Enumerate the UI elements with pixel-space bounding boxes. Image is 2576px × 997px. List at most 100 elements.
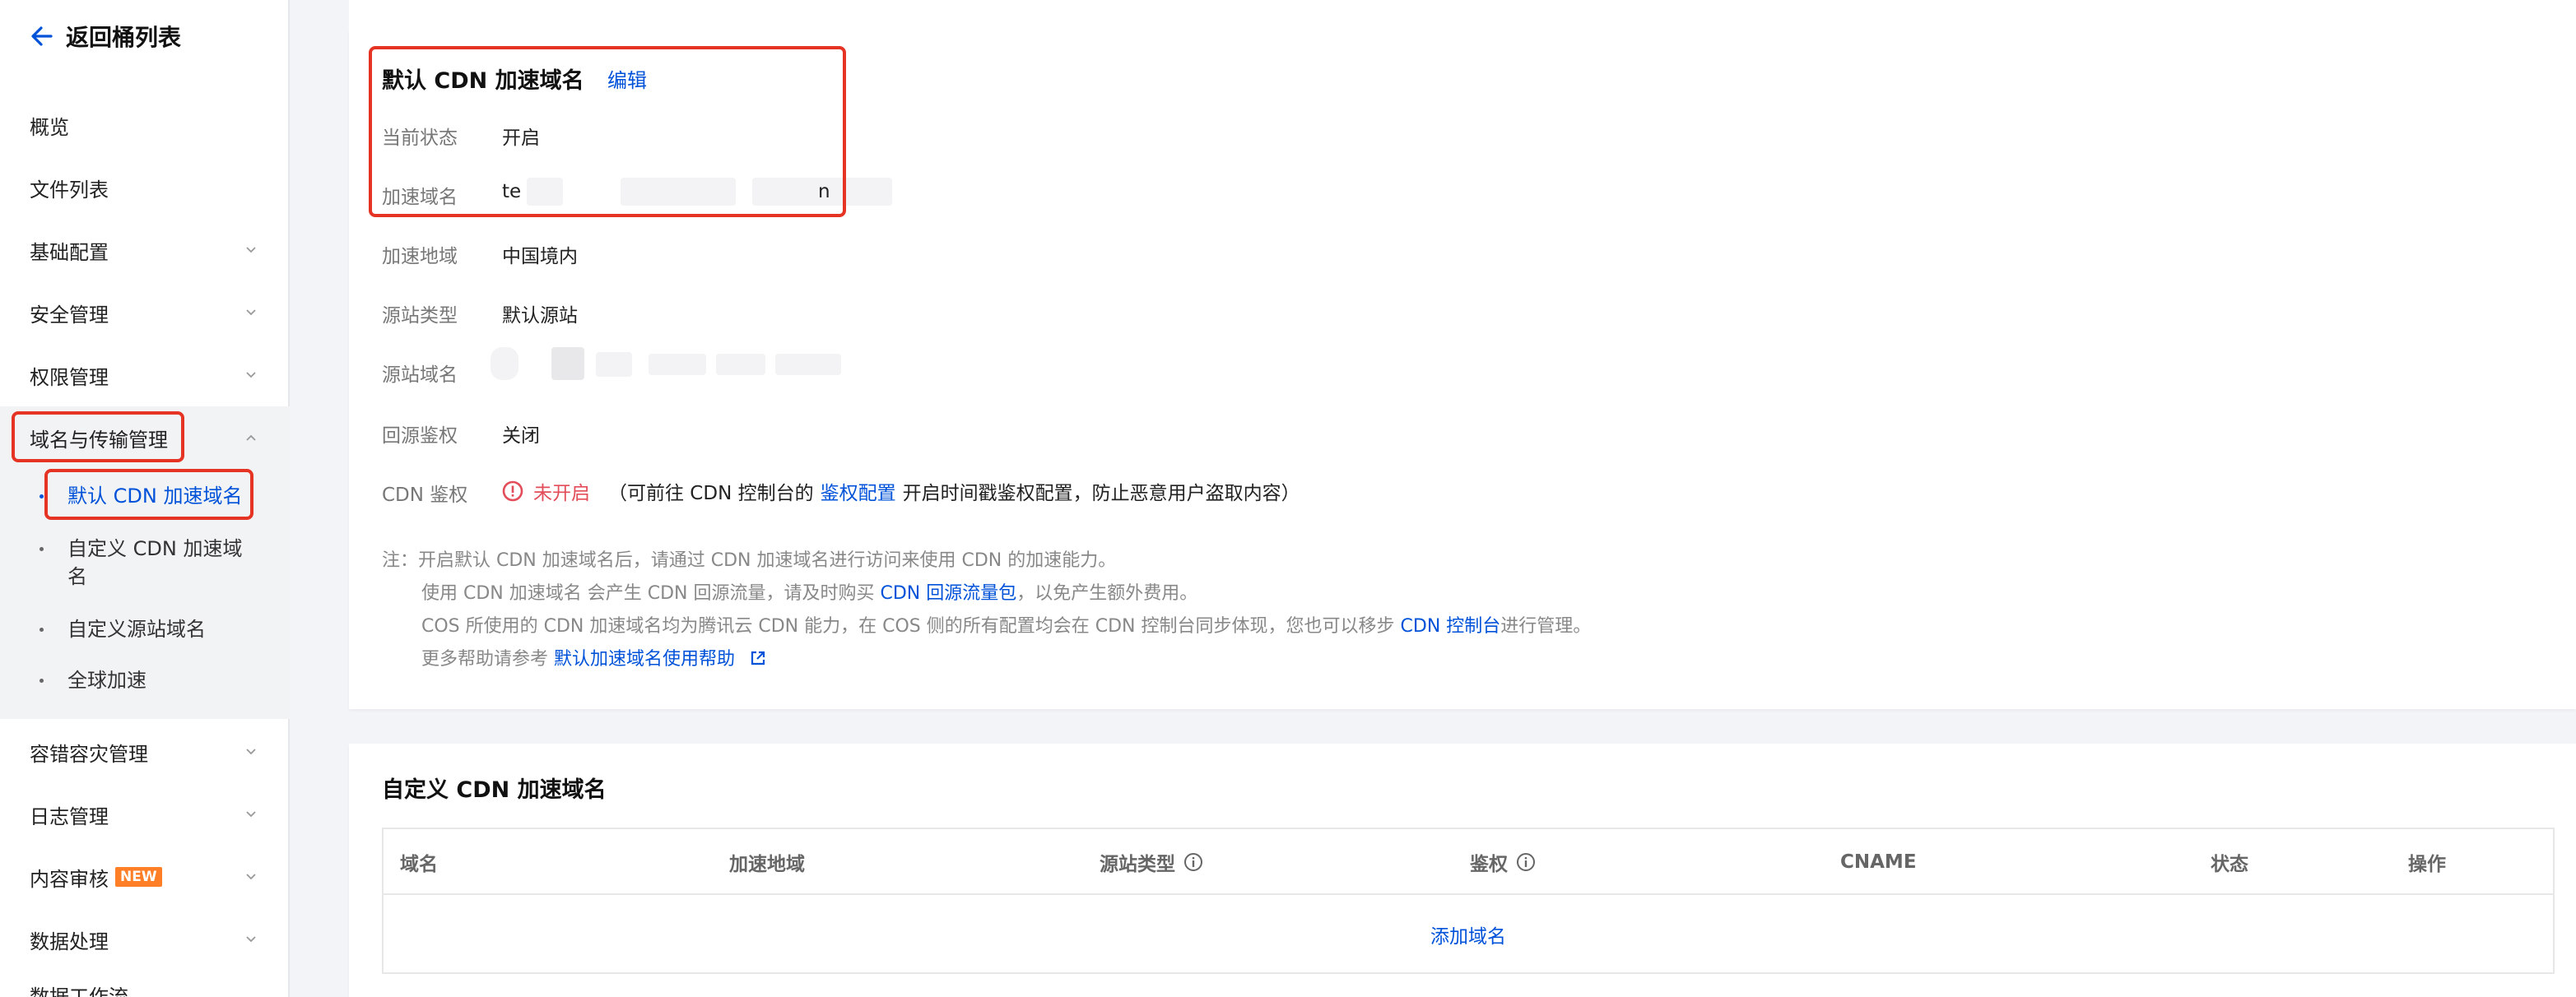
warning-circle-icon <box>502 480 523 502</box>
custom-cdn-table: 域名 加速地域 源站类型 鉴权 CNAME 状态 操作 添加域名 <box>382 828 2555 974</box>
bullet-dot <box>40 628 44 632</box>
column-domain: 域名 <box>400 854 438 875</box>
sidebar-item-data-workflow[interactable]: 数据工作流 <box>0 977 290 997</box>
column-cname: CNAME <box>1840 851 1917 873</box>
bullet-dot <box>40 547 44 551</box>
chevron-down-icon <box>246 372 256 378</box>
notes-block: 注：开启默认 CDN 加速域名后，请通过 CDN 加速域名进行访问来使用 CDN… <box>382 545 1591 676</box>
custom-cdn-title: 自定义 CDN 加速域名 <box>382 777 607 803</box>
sidebar-subitem-label-cont: 名 <box>67 565 87 588</box>
redacted-block <box>649 354 706 375</box>
info-icon[interactable] <box>1516 852 1536 872</box>
column-status: 状态 <box>2211 854 2248 875</box>
redacted-block <box>716 354 765 375</box>
sidebar-item-fault-tolerance[interactable]: 容错容灾管理 <box>0 727 290 777</box>
sidebar-item-basic-config[interactable]: 基础配置 <box>0 225 290 275</box>
sidebar-subitem-label: 自定义 CDN 加速域 <box>67 537 243 560</box>
sidebar-item-label: 域名与传输管理 <box>30 428 168 452</box>
column-auth: 鉴权 <box>1470 829 1536 895</box>
note-text: ，以免产生额外费用。 <box>1016 583 1198 604</box>
chevron-down-icon <box>246 749 256 755</box>
row-label-status: 当前状态 <box>382 128 458 149</box>
column-label: 源站类型 <box>1100 854 1175 875</box>
sidebar-item-label: 安全管理 <box>30 303 109 327</box>
cdn-console-link[interactable]: CDN 控制台 <box>1401 616 1501 637</box>
column-origin-type: 源站类型 <box>1100 829 1203 895</box>
sidebar-item-overview[interactable]: 概览 <box>0 100 290 150</box>
sidebar-item-security[interactable]: 安全管理 <box>0 288 290 337</box>
chevron-down-icon <box>246 811 256 818</box>
sidebar-item-label: 权限管理 <box>30 365 109 389</box>
sidebar-subitem-custom-origin[interactable]: 自定义源站域名 <box>0 615 290 643</box>
row-label-domain: 加速域名 <box>382 187 458 208</box>
custom-cdn-card: 自定义 CDN 加速域名 域名 加速地域 源站类型 鉴权 CNAME 状态 操作… <box>349 744 2576 997</box>
cdn-origin-traffic-package-link[interactable]: CDN 回源流量包 <box>881 583 1017 604</box>
redacted-block <box>621 178 736 206</box>
row-value-region: 中国境内 <box>502 246 578 267</box>
chevron-down-icon <box>246 936 256 943</box>
sidebar-subitem-default-cdn[interactable]: 默认 CDN 加速域名 <box>0 482 290 510</box>
sidebar-item-content-review[interactable]: 内容审核 NEW <box>0 852 290 902</box>
chevron-down-icon <box>246 309 256 316</box>
note-line-1: 注：开启默认 CDN 加速域名后，请通过 CDN 加速域名进行访问来使用 CDN… <box>382 550 1117 571</box>
new-badge: NEW <box>115 867 162 887</box>
note-line-4: 更多帮助请参考 默认加速域名使用帮助 <box>382 643 1591 676</box>
row-value-origin-auth: 关闭 <box>502 425 540 447</box>
cdn-auth-line: 未开启 （可前往 CDN 控制台的 鉴权配置 开启时间戳鉴权配置，防止恶意用户盗… <box>502 477 1300 505</box>
sidebar-item-label: 数据处理 <box>30 930 109 953</box>
column-actions: 操作 <box>2408 854 2446 875</box>
row-label-origin-auth: 回源鉴权 <box>382 425 458 447</box>
sidebar-item-logs[interactable]: 日志管理 <box>0 790 290 839</box>
info-icon[interactable] <box>1183 852 1203 872</box>
chevron-up-icon <box>246 434 256 441</box>
row-value-domain: te <box>502 181 522 202</box>
redacted-block <box>551 347 584 380</box>
sidebar-item-label: 日志管理 <box>30 805 109 828</box>
note-line-3: COS 所使用的 CDN 加速域名均为腾讯云 CDN 能力，在 COS 侧的所有… <box>382 610 1591 643</box>
external-link-icon[interactable] <box>749 649 767 667</box>
redacted-block <box>775 354 841 375</box>
note-text: 更多帮助请参考 <box>421 649 549 670</box>
cdn-auth-status: 未开启 <box>533 483 590 504</box>
row-label-origin-type: 源站类型 <box>382 305 458 327</box>
bullet-dot <box>40 679 44 683</box>
sidebar-item-label: 内容审核 <box>30 867 109 891</box>
sidebar-item-label: 容错容灾管理 <box>30 742 148 766</box>
sidebar-item-data-processing[interactable]: 数据处理 <box>0 915 290 964</box>
bullet-dot <box>40 494 44 498</box>
note-text: COS 所使用的 CDN 加速域名均为腾讯云 CDN 能力，在 COS 侧的所有… <box>421 616 1395 637</box>
sidebar-item-permissions[interactable]: 权限管理 <box>0 350 290 400</box>
sidebar-item-label: 数据工作流 <box>30 985 128 997</box>
auth-config-link[interactable]: 鉴权配置 <box>821 477 896 505</box>
redacted-block <box>491 347 518 380</box>
chevron-down-icon <box>246 874 256 880</box>
sidebar-item-domain-transfer[interactable]: 域名与传输管理 <box>0 413 290 462</box>
edit-link[interactable]: 编辑 <box>607 64 647 93</box>
sidebar: 返回桶列表 概览 文件列表 基础配置 安全管理 权限管理 域名与传输管理 默认 … <box>0 0 290 997</box>
cdn-auth-hint-suffix: 开启时间戳鉴权配置，防止恶意用户盗取内容） <box>902 483 1300 504</box>
redacted-block <box>596 352 632 377</box>
sidebar-item-label: 文件列表 <box>30 178 109 202</box>
row-label-region: 加速地域 <box>382 246 458 267</box>
sidebar-item-file-list[interactable]: 文件列表 <box>0 163 290 212</box>
row-value-origin-type: 默认源站 <box>502 305 578 327</box>
redacted-block <box>527 178 563 206</box>
row-label-cdn-auth: CDN 鉴权 <box>382 485 468 506</box>
sidebar-subitem-label: 自定义源站域名 <box>67 618 206 641</box>
back-to-bucket-list[interactable]: 返回桶列表 <box>30 20 181 53</box>
default-domain-help-link[interactable]: 默认加速域名使用帮助 <box>554 649 735 670</box>
row-value-status: 开启 <box>502 128 540 149</box>
row-value-domain-tail: n <box>818 181 830 202</box>
cdn-auth-hint-prefix: （可前往 CDN 控制台的 <box>608 483 814 504</box>
sidebar-subitem-custom-cdn[interactable]: 自定义 CDN 加速域 名 <box>0 535 290 591</box>
sidebar-subitem-label: 全球加速 <box>67 669 146 692</box>
column-label: 鉴权 <box>1470 854 1508 875</box>
sidebar-subitem-global-acceleration[interactable]: 全球加速 <box>0 666 290 694</box>
note-line-2: 使用 CDN 加速域名 会产生 CDN 回源流量，请及时购买 CDN 回源流量包… <box>382 577 1591 610</box>
default-cdn-title: 默认 CDN 加速域名 <box>382 68 584 94</box>
sidebar-item-label: 概览 <box>30 115 69 139</box>
arrow-left-icon <box>31 26 53 46</box>
add-domain-link[interactable]: 添加域名 <box>384 895 2553 974</box>
back-label: 返回桶列表 <box>66 24 182 51</box>
note-text: 进行管理。 <box>1500 616 1592 637</box>
